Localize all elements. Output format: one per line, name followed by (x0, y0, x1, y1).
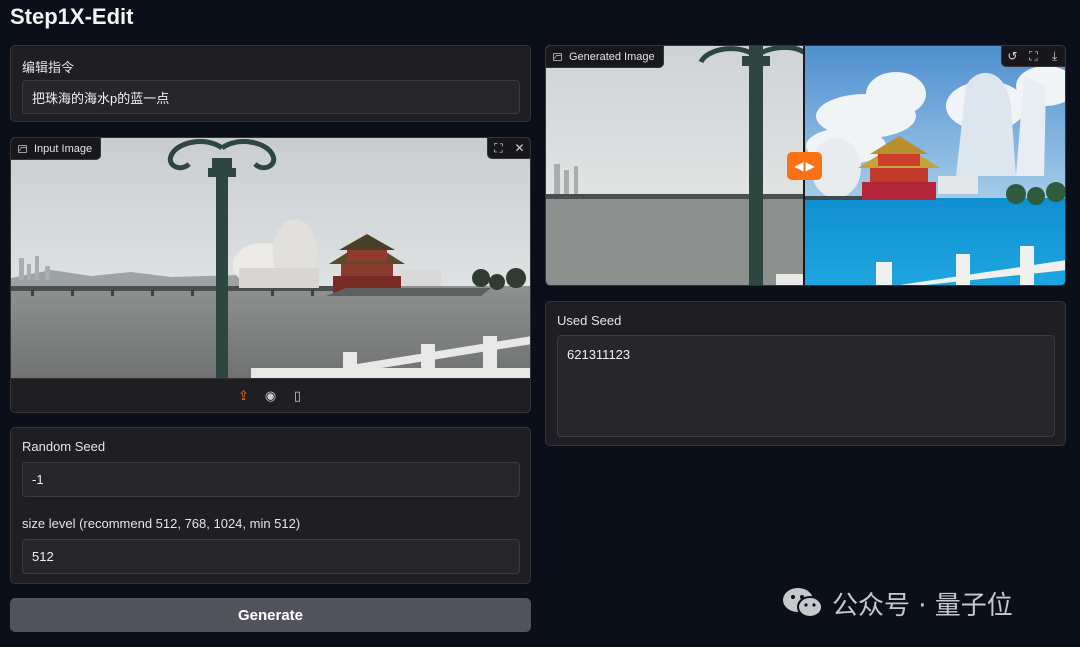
seed-input[interactable]: -1 (22, 462, 520, 497)
image-icon (18, 144, 27, 153)
input-image-toolbar: ⛶ ✕ (487, 138, 530, 159)
generate-button[interactable]: Generate (10, 598, 531, 632)
webcam-icon[interactable]: ◉ (263, 388, 279, 404)
watermark-text: 公众号 · 量子位 (832, 590, 1013, 621)
undo-icon[interactable]: ↺ (1002, 46, 1023, 66)
input-image-panel: Input Image ⛶ ✕ ⇪ ◉ ▯ (10, 137, 531, 413)
used-seed-output[interactable]: 621311123 (557, 335, 1055, 437)
settings-panel: Random Seed -1 size level (recommend 512… (10, 427, 531, 584)
instruction-input[interactable]: 把珠海的海水p的蓝一点 (22, 80, 520, 114)
generated-image-panel: Generated Image ↺ ⛶ ⤓ ◀ ▶ (545, 45, 1066, 286)
upload-icon[interactable]: ⇪ (236, 388, 252, 404)
size-level-input[interactable]: 512 (22, 539, 520, 574)
chevron-left-icon: ◀ (794, 159, 804, 173)
instruction-label: 编辑指令 (22, 60, 75, 75)
image-icon (553, 52, 562, 61)
instruction-panel: 编辑指令 把珠海的海水p的蓝一点 (10, 45, 531, 122)
input-image-label: Input Image (34, 142, 93, 155)
compare-slider-handle[interactable]: ◀ ▶ (787, 152, 822, 180)
used-seed-label: Used Seed (557, 313, 622, 328)
wechat-watermark: 公众号 · 量子位 (782, 585, 1013, 621)
wechat-icon (783, 588, 823, 618)
input-image (11, 138, 530, 379)
fullscreen-icon[interactable]: ⛶ (1023, 46, 1044, 66)
seed-label: Random Seed (22, 439, 106, 454)
close-icon[interactable]: ✕ (509, 138, 530, 158)
clipboard-icon[interactable]: ▯ (290, 388, 306, 404)
download-icon[interactable]: ⤓ (1044, 46, 1065, 66)
image-source-bar: ⇪ ◉ ▯ (11, 378, 530, 412)
used-seed-panel: Used Seed 621311123 (545, 301, 1066, 446)
generated-image-label: Generated Image (569, 50, 655, 63)
size-level-label: size level (recommend 512, 768, 1024, mi… (22, 516, 301, 531)
fullscreen-icon[interactable]: ⛶ (488, 138, 509, 158)
app-title: Step1X-Edit (10, 4, 134, 29)
comparison-image: ◀ ▶ (546, 46, 1065, 285)
chevron-right-icon: ▶ (805, 159, 815, 173)
generated-image-toolbar: ↺ ⛶ ⤓ (1001, 46, 1065, 67)
generated-image-tag: Generated Image (546, 46, 664, 68)
input-image-tag: Input Image (11, 138, 102, 160)
